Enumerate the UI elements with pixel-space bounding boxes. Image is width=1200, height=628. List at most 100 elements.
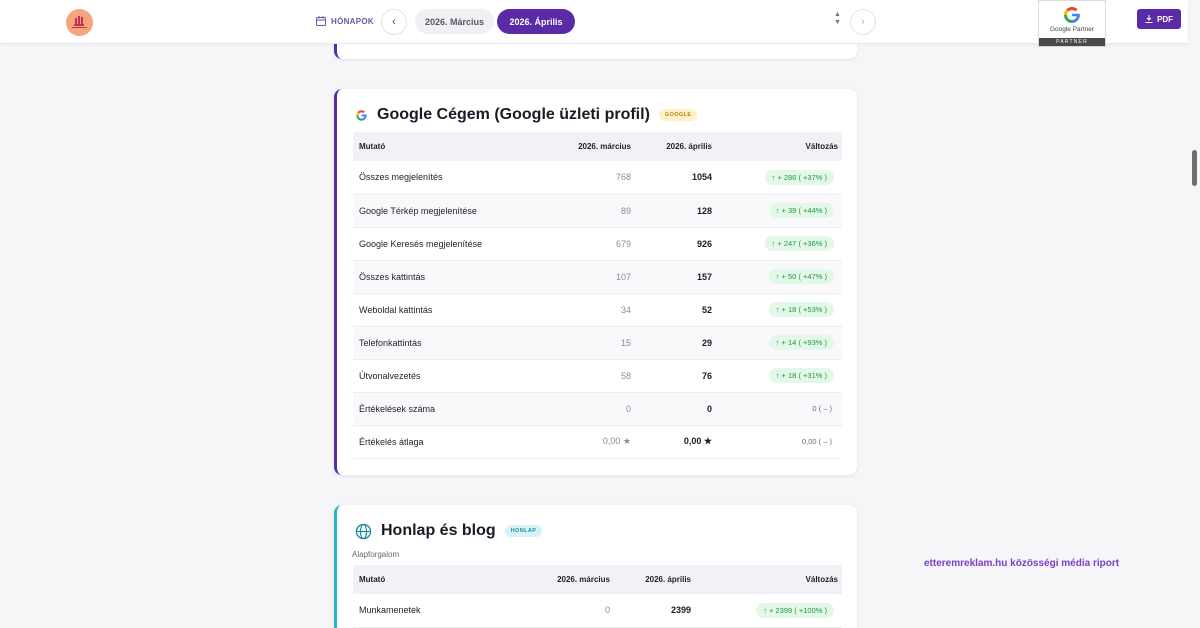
web-card-header: Honlap és blog HONLAP xyxy=(355,522,543,540)
metric-cell: Értékelés átlaga xyxy=(353,425,523,459)
change-cell: ↑ + 14 ( +93% ) xyxy=(712,326,842,360)
metric-cell: Útvonalvezetés xyxy=(353,359,523,393)
table-header-row: Mutató 2026. március 2026. április Válto… xyxy=(353,132,842,161)
change-cell: ↑ + 39 ( +44% ) xyxy=(712,194,842,228)
change-badge: ↑ + 39 ( +44% ) xyxy=(768,203,834,218)
metric-cell: Telefonkattintás xyxy=(353,326,523,360)
curr-value-cell: 128 xyxy=(631,194,712,228)
change-badge: ↑ + 50 ( +47% ) xyxy=(768,269,834,284)
website-metrics-table: Mutató 2026. március 2026. április Válto… xyxy=(353,565,842,628)
metric-cell: Összes kattintás xyxy=(353,260,523,294)
change-badge: ↑ + 286 ( +37% ) xyxy=(764,169,834,185)
footer-brand-text: etteremreklam.hu közösségi média riport xyxy=(924,558,1120,569)
stepper-up-icon[interactable]: ▲ xyxy=(834,11,841,19)
table-row: Munkamenetek 0 2399 ↑ + 2399 ( +100% ) xyxy=(353,594,842,628)
col-curr: 2026. április xyxy=(610,565,691,594)
prev-value-cell: 679 xyxy=(523,227,631,261)
change-badge: ↑ + 14 ( +93% ) xyxy=(768,335,834,350)
change-cell: ↑ + 18 ( +53% ) xyxy=(712,293,842,327)
partner-badge-bar: PARTNER xyxy=(1039,38,1105,46)
table-row: Útvonalvezetés 58 76 ↑ + 18 ( +31% ) xyxy=(353,359,842,393)
web-card-subtitle: Alapforgalom xyxy=(352,550,400,559)
metric-cell: Munkamenetek xyxy=(353,594,523,628)
col-curr: 2026. április xyxy=(631,132,712,161)
stepper-down-icon[interactable]: ▼ xyxy=(834,19,841,27)
table-row: Értékelések száma 0 0 0 ( – ) xyxy=(353,392,842,426)
change-badge: ↑ + 247 ( +36% ) xyxy=(764,236,834,251)
prev-value-cell: 768 xyxy=(523,161,631,195)
chevron-left-icon: ‹ xyxy=(392,16,396,28)
prev-value-cell: 89 xyxy=(523,194,631,228)
table-row: Összes megjelenítés 768 1054 ↑ + 286 ( +37%… xyxy=(353,161,842,195)
table-row: Értékelés átlaga 0,00 ★ 0,00 ★ 0,00 ( – ) xyxy=(353,425,842,459)
web-card-title: Honlap és blog xyxy=(381,522,496,539)
download-icon xyxy=(1145,15,1153,23)
change-badge: 0 ( – ) xyxy=(812,404,832,413)
previous-card-bottom xyxy=(334,44,857,59)
chevron-right-icon: › xyxy=(861,16,865,28)
curr-value-cell: 0,00 ★ xyxy=(631,425,712,459)
table-row: Google Keresés megjelenítése 679 926 ↑ + 24… xyxy=(353,227,842,261)
change-badge: ↑ + 18 ( +31% ) xyxy=(768,368,834,383)
change-cell: ↑ + 286 ( +37% ) xyxy=(712,161,842,195)
google-metrics-table: Mutató 2026. március 2026. április Válto… xyxy=(353,132,842,459)
metric-cell: Összes megjelenítés xyxy=(353,161,523,195)
google-card-title: Google Cégem (Google üzleti profil) xyxy=(377,106,650,123)
hand-logo-icon xyxy=(72,16,87,28)
metric-cell: Google Keresés megjelenítése xyxy=(353,227,523,261)
google-g-icon xyxy=(1063,6,1080,24)
change-cell: ↑ + 18 ( +31% ) xyxy=(712,359,842,393)
change-badge: ↑ + 2399 ( +100% ) xyxy=(756,602,834,618)
curr-value-cell: 1054 xyxy=(631,161,712,195)
change-badge: 0,00 ( – ) xyxy=(801,437,832,446)
prev-value-cell: 0 xyxy=(523,594,610,628)
curr-value-cell: 926 xyxy=(631,227,712,261)
google-business-card: Google Cégem (Google üzleti profil) GOOG… xyxy=(334,89,857,475)
logo[interactable] xyxy=(66,9,93,36)
curr-value-cell: 157 xyxy=(631,260,712,294)
month-stepper[interactable]: ▲ ▼ xyxy=(834,11,841,27)
google-partner-badge: Google Partner PARTNER xyxy=(1038,0,1106,47)
change-cell: 0 ( – ) xyxy=(712,392,842,426)
curr-value-cell: 0 xyxy=(631,392,712,426)
col-metric: Mutató xyxy=(353,132,523,161)
calendar-icon xyxy=(316,16,326,26)
table-row: Weboldal kattintás 34 52 ↑ + 18 ( +53% ) xyxy=(353,293,842,327)
prev-value-cell: 0 xyxy=(523,392,631,426)
change-cell: ↑ + 50 ( +47% ) xyxy=(712,260,842,294)
month-pill-april[interactable]: 2026. Április xyxy=(497,9,575,34)
next-month-button[interactable]: › xyxy=(850,9,876,35)
google-badge: GOOGLE xyxy=(658,109,698,121)
top-bar: HÓNAPOK ‹ 2026. Március 2026. Április ▲ … xyxy=(0,0,1188,47)
table-row: Google Térkép megjelenítése 89 128 ↑ + 39 (… xyxy=(353,194,842,228)
col-metric: Mutató xyxy=(353,565,523,594)
metric-cell: Értékelések száma xyxy=(353,392,523,426)
prev-month-button[interactable]: ‹ xyxy=(381,9,407,35)
col-prev: 2026. március xyxy=(523,132,631,161)
months-label-text: HÓNAPOK xyxy=(331,16,374,26)
col-change: Változás xyxy=(691,565,842,594)
pdf-download-button[interactable]: PDF xyxy=(1137,9,1181,29)
google-card-header: Google Cégem (Google üzleti profil) GOOG… xyxy=(355,106,698,124)
google-g-icon xyxy=(356,109,367,121)
col-prev: 2026. március xyxy=(523,565,610,594)
months-label: HÓNAPOK xyxy=(316,16,374,26)
change-cell: ↑ + 247 ( +36% ) xyxy=(712,227,842,261)
pdf-label: PDF xyxy=(1157,14,1173,24)
curr-value-cell: 2399 xyxy=(610,594,691,628)
prev-value-cell: 15 xyxy=(523,326,631,360)
prev-value-cell: 0,00 ★ xyxy=(523,425,631,459)
prev-value-cell: 58 xyxy=(523,359,631,393)
prev-value-cell: 34 xyxy=(523,293,631,327)
globe-icon xyxy=(355,523,372,539)
web-badge: HONLAP xyxy=(504,525,543,537)
month-pill-march[interactable]: 2026. Március xyxy=(415,9,494,34)
metric-cell: Weboldal kattintás xyxy=(353,293,523,327)
partner-badge-name: Google Partner xyxy=(1049,26,1095,33)
curr-value-cell: 29 xyxy=(631,326,712,360)
scrollbar-thumb[interactable] xyxy=(1192,150,1197,186)
curr-value-cell: 76 xyxy=(631,359,712,393)
table-header-row: Mutató 2026. március 2026. április Válto… xyxy=(353,565,842,594)
curr-value-cell: 52 xyxy=(631,293,712,327)
col-change: Változás xyxy=(712,132,842,161)
